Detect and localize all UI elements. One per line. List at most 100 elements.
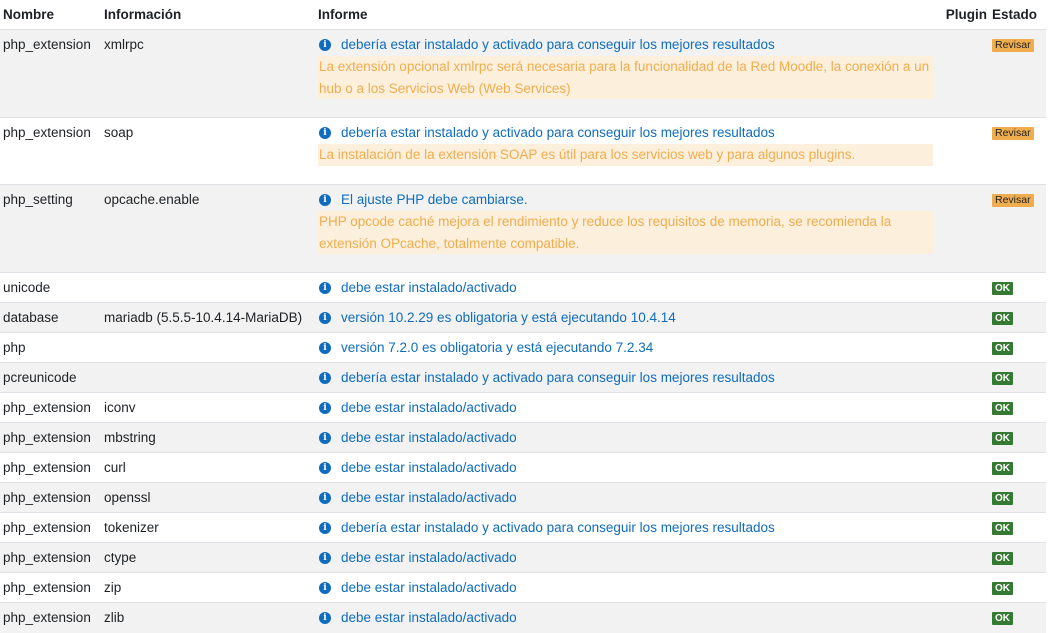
status-badge: OK [992,582,1013,595]
info-circle-icon[interactable]: i [319,402,331,414]
row-info: tokenizer [104,520,159,535]
report-line: i debe estar instalado/activado [318,423,935,445]
report-link[interactable]: debería estar instalado y activado para … [341,126,775,140]
plugin-cell [938,422,990,453]
row-info [104,333,312,341]
status-badge: OK [992,612,1013,625]
name-cell: php_extension [0,117,101,185]
status-badge: OK [992,282,1013,295]
header-plugin[interactable]: Plugin [938,0,990,30]
info-circle-icon[interactable]: i [319,462,331,474]
status-cell: OK [990,602,1046,633]
report-link[interactable]: versión 10.2.29 es obligatoria y está ej… [341,311,676,325]
info-circle-icon[interactable]: i [319,342,331,354]
report-link[interactable]: debe estar instalado/activado [341,431,517,445]
info-circle-icon[interactable]: i [319,282,331,294]
report-cell: i debe estar instalado/activado [315,542,938,573]
report-link[interactable]: debe estar instalado/activado [341,281,517,295]
report-link[interactable]: debe estar instalado/activado [341,461,517,475]
name-cell: php_extension [0,392,101,423]
name-cell: php_extension [0,422,101,453]
info-circle-icon[interactable]: i [319,612,331,624]
row-info: xmlrpc [104,37,144,52]
report-line: i debería estar instalado y activado para… [318,118,935,140]
status-badge: OK [992,552,1013,565]
plugin-cell [938,184,990,273]
status-badge: OK [992,462,1013,475]
report-link[interactable]: debe estar instalado/activado [341,491,517,505]
report-cell: i debería estar instalado y activado para… [315,29,938,118]
status-badge: OK [992,432,1013,445]
info-circle-icon[interactable]: i [319,522,331,534]
report-line: i debe estar instalado/activado [318,393,935,415]
report-link[interactable]: debe estar instalado/activado [341,611,517,625]
row-name: php_extension [3,490,91,505]
table-row: php_extension zip i debe estar instalado/ac… [0,572,1046,603]
report-link[interactable]: debería estar instalado y activado para … [341,38,775,52]
status-cell: OK [990,452,1046,483]
report-link[interactable]: debe estar instalado/activado [341,551,517,565]
name-cell: php_extension [0,602,101,633]
header-status[interactable]: Estado [990,0,1046,30]
status-badge: Revisar [992,194,1034,207]
table-row: unicode i debe estar instalado/activado OK [0,272,1046,303]
info-circle-icon[interactable]: i [319,312,331,324]
info-circle-icon[interactable]: i [319,194,331,206]
report-link[interactable]: debe estar instalado/activado [341,581,517,595]
status-cell: Revisar [990,117,1046,185]
table-row: php_extension zlib i debe estar instalado/a… [0,602,1046,633]
status-cell: OK [990,512,1046,543]
row-info: iconv [104,400,136,415]
report-line: i debe estar instalado/activado [318,543,935,565]
status-cell: OK [990,332,1046,363]
report-line: i debería estar instalado y activado para… [318,30,935,52]
info-circle-icon[interactable]: i [319,582,331,594]
report-cell: i El ajuste PHP debe cambiarse. PHP opcode… [315,184,938,273]
table-row: php_extension iconv i debe estar instalado/… [0,392,1046,423]
name-cell: database [0,302,101,333]
report-link[interactable]: debe estar instalado/activado [341,401,517,415]
status-badge: OK [992,522,1013,535]
plugin-cell [938,332,990,363]
info-circle-icon[interactable]: i [319,372,331,384]
report-link[interactable]: debería estar instalado y activado para … [341,521,775,535]
row-name: php_extension [3,460,91,475]
info-circle-icon[interactable]: i [319,39,331,51]
report-cell: i debería estar instalado y activado para… [315,362,938,393]
plugin-cell [938,602,990,633]
plugin-cell [938,452,990,483]
report-line: i debe estar instalado/activado [318,273,935,295]
report-cell: i versión 10.2.29 es obligatoria y está e… [315,302,938,333]
info-circle-icon[interactable]: i [319,552,331,564]
row-name: database [3,310,59,325]
row-name: pcreunicode [3,370,77,385]
info-cell: curl [101,452,315,483]
report-link[interactable]: debería estar instalado y activado para … [341,371,775,385]
report-line: i El ajuste PHP debe cambiarse. [318,185,935,207]
report-link[interactable]: El ajuste PHP debe cambiarse. [341,193,528,207]
report-cell: i debería estar instalado y activado para… [315,117,938,185]
header-info[interactable]: Información [101,0,315,30]
info-circle-icon[interactable]: i [319,127,331,139]
info-circle-icon[interactable]: i [319,492,331,504]
info-cell: zip [101,572,315,603]
status-badge: OK [992,372,1013,385]
header-name[interactable]: Nombre [0,0,101,30]
row-name: php_extension [3,550,91,565]
info-cell: openssl [101,482,315,513]
info-circle-icon[interactable]: i [319,432,331,444]
row-name: php [3,340,26,355]
report-link[interactable]: versión 7.2.0 es obligatoria y está ejec… [341,341,653,355]
table-row: php_extension mbstring i debe estar instala… [0,422,1046,453]
status-badge: OK [992,492,1013,505]
status-badge: Revisar [992,127,1034,140]
table-row: php_extension soap i debería estar instalad… [0,117,1046,185]
status-badge: OK [992,402,1013,415]
name-cell: php_extension [0,482,101,513]
report-detail: La instalación de la extensión SOAP es ú… [318,144,933,166]
row-info [104,363,312,371]
header-report[interactable]: Informe [315,0,938,30]
report-cell: i debe estar instalado/activado [315,452,938,483]
name-cell: php_extension [0,512,101,543]
row-info [104,273,312,281]
